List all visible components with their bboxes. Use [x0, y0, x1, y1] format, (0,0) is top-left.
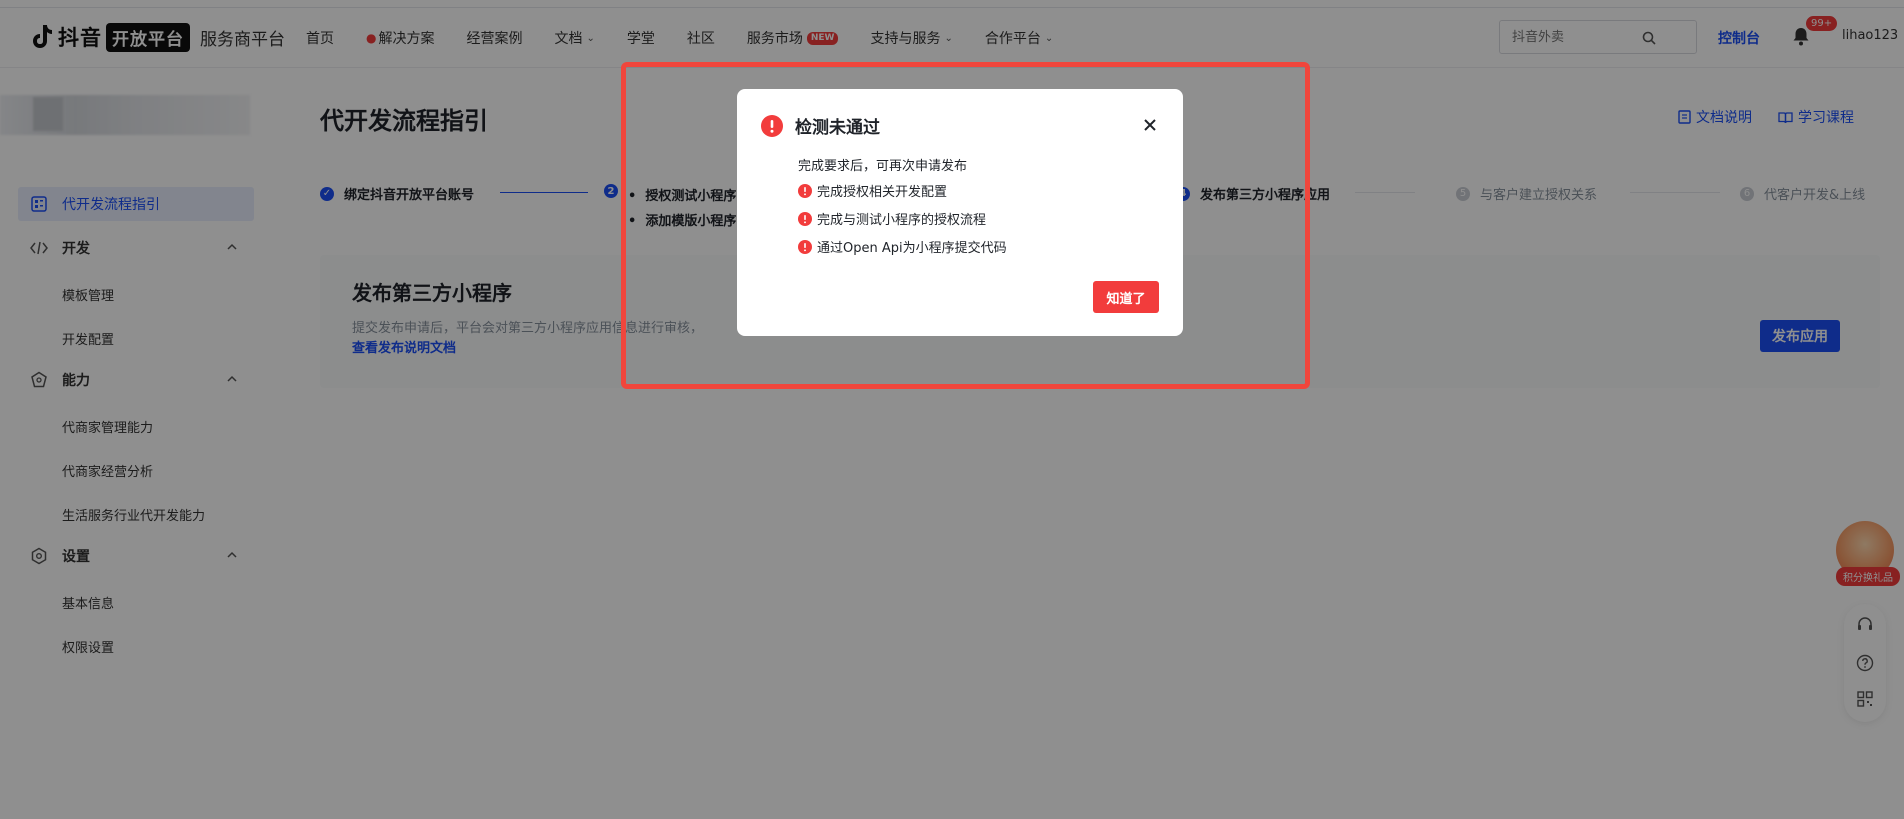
dialog-description: 完成要求后，可再次申请发布	[798, 159, 968, 174]
dialog-header: 检测未通过	[761, 113, 880, 138]
dialog-title: 检测未通过	[795, 118, 880, 138]
check-failed-dialog: 检测未通过 完成要求后，可再次申请发布 完成授权相关开发配置 完成与测试小程序的…	[737, 89, 1183, 336]
error-icon	[798, 183, 812, 198]
error-icon	[798, 211, 812, 226]
error-icon	[761, 114, 783, 137]
got-it-button[interactable]: 知道了	[1093, 281, 1159, 313]
requirement-label: 完成与测试小程序的授权流程	[817, 213, 987, 228]
error-icon	[798, 239, 812, 254]
failed-requirement-item: 完成授权相关开发配置	[798, 181, 947, 200]
requirement-label: 完成授权相关开发配置	[817, 185, 948, 200]
failed-requirement-item: 通过Open Api为小程序提交代码	[798, 237, 1007, 256]
failed-requirement-item: 完成与测试小程序的授权流程	[798, 209, 986, 228]
requirement-label: 通过Open Api为小程序提交代码	[817, 241, 1007, 256]
close-icon[interactable]	[1143, 117, 1157, 136]
